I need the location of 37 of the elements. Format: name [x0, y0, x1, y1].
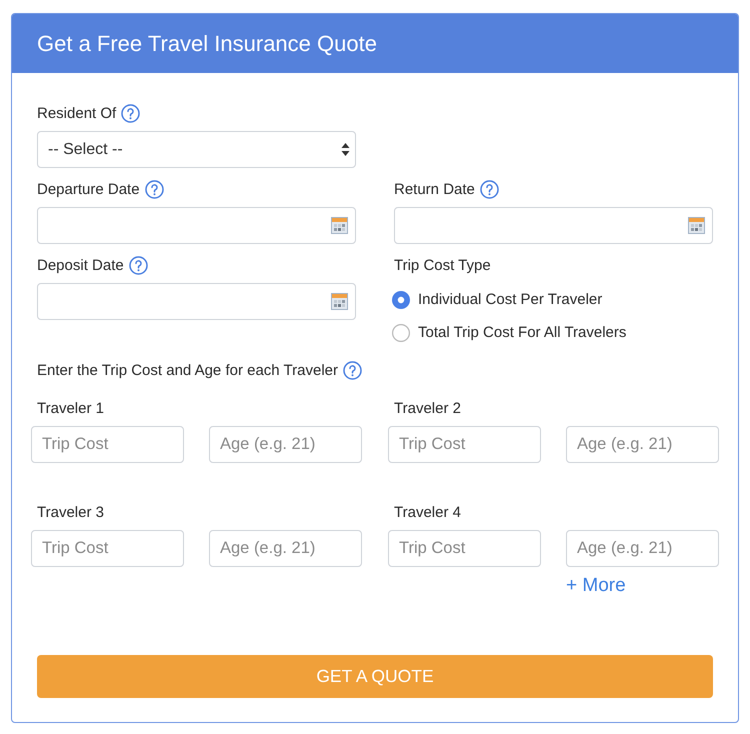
age-field[interactable]: Age (e.g. 21): [566, 426, 719, 463]
field-label: Traveler 2: [394, 400, 461, 416]
radio-label[interactable]: Total Trip Cost For All Travelers: [418, 324, 626, 341]
field-label: Trip Cost Type: [394, 256, 491, 274]
help-icon[interactable]: [480, 180, 499, 198]
age-field[interactable]: Age (e.g. 21): [209, 426, 362, 463]
help-icon[interactable]: [343, 360, 362, 380]
date-field[interactable]: [37, 283, 356, 320]
age-field[interactable]: Age (e.g. 21): [209, 530, 362, 567]
trip-cost-field[interactable]: Trip Cost: [31, 426, 184, 463]
date-field[interactable]: [37, 207, 356, 244]
field-label: Resident Of: [37, 104, 116, 122]
field-label: Traveler 4: [394, 504, 461, 520]
field-label: Traveler 1: [37, 400, 104, 416]
more-link[interactable]: + More: [566, 574, 626, 598]
country-select[interactable]: -- Select --: [37, 131, 356, 168]
field-label: Return Date: [394, 180, 475, 198]
date-field[interactable]: [394, 207, 713, 244]
dropdown-arrows-icon: [341, 142, 350, 157]
form-title: Get a Free Travel Insurance Quote: [37, 30, 377, 56]
trip-cost-field[interactable]: Trip Cost: [31, 530, 184, 567]
help-icon[interactable]: [128, 256, 148, 274]
trip-cost-field[interactable]: Trip Cost: [388, 426, 541, 463]
calendar-icon[interactable]: [688, 217, 705, 234]
calendar-icon[interactable]: [331, 293, 348, 310]
radio-button[interactable]: [392, 324, 410, 342]
trip-cost-field[interactable]: Trip Cost: [388, 530, 541, 567]
age-field[interactable]: Age (e.g. 21): [566, 530, 719, 567]
radio-label[interactable]: Individual Cost Per Traveler: [418, 291, 602, 308]
help-icon[interactable]: [144, 180, 164, 198]
help-icon[interactable]: [121, 104, 140, 122]
field-label: Departure Date: [37, 180, 140, 198]
field-label: Traveler 3: [37, 504, 104, 520]
calendar-icon[interactable]: [331, 217, 348, 234]
radio-button[interactable]: [392, 290, 410, 308]
field-label: Deposit Date: [37, 256, 124, 274]
field-label: Enter the Trip Cost and Age for each Traveler: [37, 362, 338, 378]
